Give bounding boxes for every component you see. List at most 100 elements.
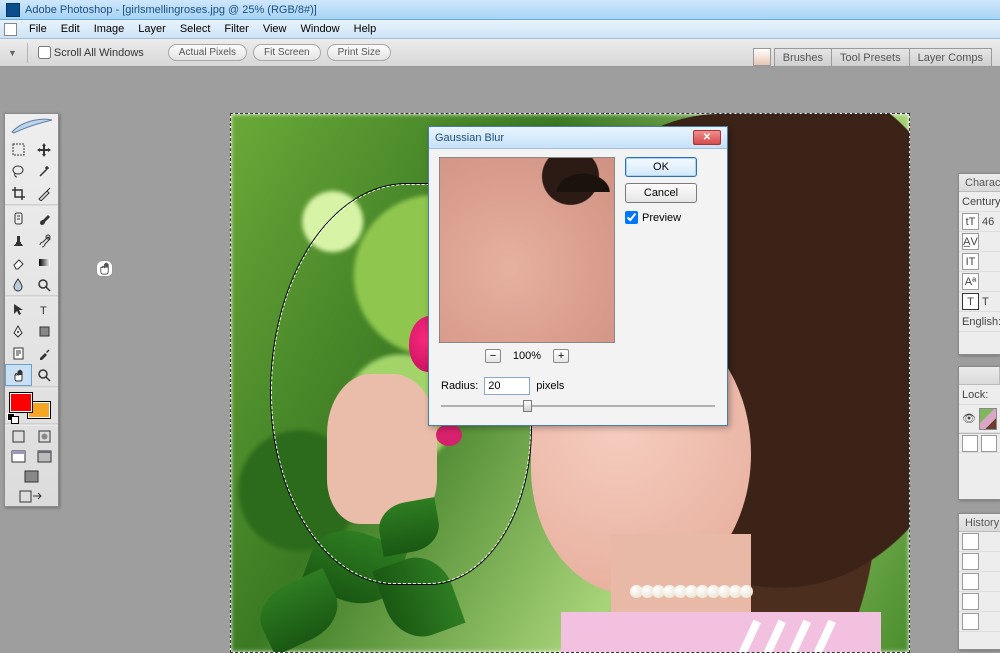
menu-window[interactable]: Window — [294, 23, 347, 35]
history-item[interactable] — [959, 532, 1000, 552]
vertical-scale-icon: IT — [962, 253, 979, 270]
layers-tab[interactable] — [959, 367, 1000, 384]
ok-button[interactable]: OK — [625, 157, 697, 177]
dialog-preview-image[interactable] — [439, 157, 615, 343]
jump-to-imageready-icon[interactable] — [5, 486, 58, 506]
foreground-color-swatch[interactable] — [9, 392, 33, 413]
title-bar: Adobe Photoshop - [girlsmellingroses.jpg… — [0, 0, 1000, 20]
language-field[interactable]: English: — [959, 312, 1000, 332]
slice-tool-icon[interactable] — [32, 182, 59, 204]
history-palette[interactable]: History — [958, 513, 1000, 650]
character-palette[interactable]: Charac Century tT46 A̲V IT Aª TT English… — [958, 173, 1000, 355]
standard-mode-icon[interactable] — [5, 426, 32, 446]
blur-tool-icon[interactable] — [5, 273, 32, 295]
menu-help[interactable]: Help — [347, 23, 384, 35]
marquee-tool-icon[interactable] — [5, 138, 32, 160]
screen-mode-full-menubar-icon[interactable] — [32, 446, 59, 466]
menu-layer[interactable]: Layer — [131, 23, 173, 35]
menu-select[interactable]: Select — [173, 23, 218, 35]
hand-tool-icon-palette[interactable] — [5, 364, 32, 386]
move-tool-icon[interactable] — [32, 138, 59, 160]
crop-tool-icon[interactable] — [5, 182, 32, 204]
healing-brush-tool-icon[interactable] — [5, 207, 32, 229]
history-item[interactable] — [959, 592, 1000, 612]
zoom-value: 100% — [513, 350, 541, 362]
dropdown-icon[interactable]: ▼ — [8, 48, 17, 58]
screen-mode-full-icon[interactable] — [5, 466, 58, 486]
document-icon — [4, 23, 17, 36]
path-selection-tool-icon[interactable] — [5, 298, 32, 320]
gaussian-blur-dialog: Gaussian Blur ✕ − 100% + OK Cancel Previ… — [428, 126, 728, 426]
radius-slider[interactable] — [441, 399, 715, 413]
history-tab[interactable]: History — [959, 514, 1000, 531]
history-brush-tool-icon[interactable] — [32, 229, 59, 251]
scroll-all-windows-checkbox[interactable]: Scroll All Windows — [38, 46, 144, 59]
zoom-tool-icon[interactable] — [32, 364, 59, 386]
character-tab[interactable]: Charac — [959, 174, 1000, 191]
zoom-in-button[interactable]: + — [553, 349, 569, 363]
layer-comps-tab[interactable]: Layer Comps — [909, 48, 992, 66]
brush-tool-icon[interactable] — [32, 207, 59, 229]
scroll-all-windows-label: Scroll All Windows — [54, 47, 144, 59]
hand-tool-icon[interactable] — [96, 260, 113, 277]
cancel-button[interactable]: Cancel — [625, 183, 697, 203]
history-item[interactable] — [959, 552, 1000, 572]
tools-header-icon[interactable] — [5, 114, 58, 138]
font-size-icon: tT — [962, 213, 979, 230]
radius-input[interactable] — [484, 377, 530, 395]
type-tool-icon[interactable]: T — [32, 298, 59, 320]
font-size-value[interactable]: 46 — [982, 216, 994, 228]
default-colors-icon[interactable] — [7, 413, 19, 423]
window-title: Adobe Photoshop - [girlsmellingroses.jpg… — [25, 4, 317, 16]
notes-tool-icon[interactable] — [5, 342, 32, 364]
history-item[interactable] — [959, 612, 1000, 632]
font-family-field[interactable]: Century — [959, 192, 1000, 212]
screen-mode-standard-icon[interactable] — [5, 446, 32, 466]
menu-filter[interactable]: Filter — [217, 23, 255, 35]
preview-checkbox[interactable]: Preview — [625, 211, 681, 224]
menu-file[interactable]: File — [22, 23, 54, 35]
layer-row[interactable]: 👁 — [959, 405, 1000, 433]
layers-palette[interactable]: Lock: 👁 — [958, 366, 1000, 500]
magic-wand-tool-icon[interactable] — [32, 160, 59, 182]
preview-checkbox-label: Preview — [642, 212, 681, 224]
close-icon[interactable]: ✕ — [693, 130, 721, 145]
visibility-icon[interactable]: 👁 — [962, 412, 976, 425]
layer-mask-icon[interactable] — [981, 435, 997, 452]
menu-view[interactable]: View — [256, 23, 294, 35]
svg-text:T: T — [40, 305, 47, 317]
color-swatches[interactable] — [5, 389, 58, 423]
eraser-tool-icon[interactable] — [5, 251, 32, 273]
layer-style-icon[interactable] — [962, 435, 978, 452]
shape-tool-icon[interactable] — [32, 320, 59, 342]
options-bar: ▼ Scroll All Windows Actual Pixels Fit S… — [0, 39, 1000, 67]
dialog-title: Gaussian Blur — [435, 132, 504, 144]
tools-palette: T — [4, 113, 59, 507]
gradient-tool-icon[interactable] — [32, 251, 59, 273]
quickmask-mode-icon[interactable] — [32, 426, 59, 446]
pen-tool-icon[interactable] — [5, 320, 32, 342]
print-size-button[interactable]: Print Size — [327, 44, 392, 61]
eyedropper-tool-icon[interactable] — [32, 342, 59, 364]
history-item[interactable] — [959, 572, 1000, 592]
menu-bar: File Edit Image Layer Select Filter View… — [0, 20, 1000, 39]
brushes-tab[interactable]: Brushes — [774, 48, 832, 66]
zoom-out-button[interactable]: − — [485, 349, 501, 363]
dodge-tool-icon[interactable] — [32, 273, 59, 295]
layer-thumbnail[interactable] — [979, 408, 997, 430]
actual-pixels-button[interactable]: Actual Pixels — [168, 44, 247, 61]
radius-label: Radius: — [441, 380, 478, 392]
menu-edit[interactable]: Edit — [54, 23, 87, 35]
clone-stamp-tool-icon[interactable] — [5, 229, 32, 251]
kerning-icon: A̲V — [962, 233, 979, 250]
lasso-tool-icon[interactable] — [5, 160, 32, 182]
fit-screen-button[interactable]: Fit Screen — [253, 44, 321, 61]
radius-unit: pixels — [536, 380, 564, 392]
brush-preset-icon[interactable] — [753, 48, 771, 66]
dialog-titlebar[interactable]: Gaussian Blur ✕ — [429, 127, 727, 149]
palette-well: Brushes Tool Presets Layer Comps — [753, 39, 992, 66]
lock-row: Lock: — [959, 385, 1000, 405]
type-style-icon[interactable]: T — [962, 293, 979, 310]
tool-presets-tab[interactable]: Tool Presets — [831, 48, 910, 66]
menu-image[interactable]: Image — [87, 23, 132, 35]
